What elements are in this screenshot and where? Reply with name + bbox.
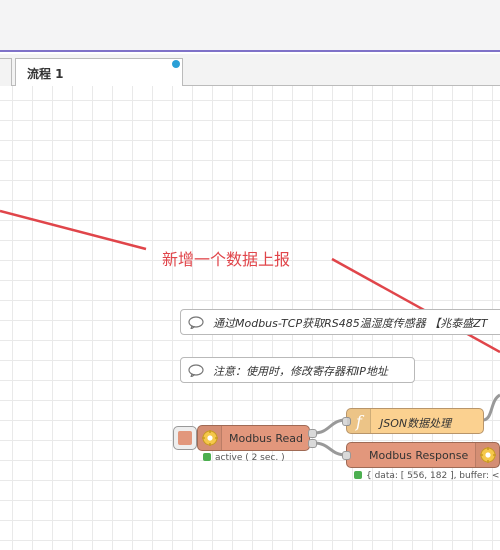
comment-node-notice[interactable]: 注意：使用时，修改寄存器和IP地址 <box>180 357 415 383</box>
output-port-1[interactable] <box>308 429 317 438</box>
annotation-text: 新增一个数据上报 <box>162 250 291 269</box>
tab-flow-1[interactable]: 流程 1 <box>15 58 183 87</box>
status-dot <box>203 453 211 461</box>
inject-trigger-fill <box>178 431 192 445</box>
comment-text: 通过Modbus-TCP获取RS485温湿度传感器 【兆泰盛ZT <box>213 317 488 330</box>
function-icon: f <box>355 412 365 431</box>
comment-icon <box>188 364 204 377</box>
input-port[interactable] <box>342 451 351 460</box>
previous-tab-edge[interactable] <box>0 58 12 86</box>
node-label: Modbus Read <box>229 432 304 445</box>
json-process-function-node[interactable]: f JSON数据处理 <box>342 408 484 434</box>
status-dot <box>354 471 362 479</box>
comment-icon <box>188 316 204 329</box>
modbus-read-node[interactable]: Modbus Read <box>197 425 317 451</box>
gear-icon <box>202 430 218 446</box>
svg-text:f: f <box>355 412 365 431</box>
modbus-read-status: active ( 2 sec. ) <box>203 453 285 463</box>
tab-changed-indicator <box>172 60 180 68</box>
output-port-2[interactable] <box>308 439 317 448</box>
node-icon-area <box>475 443 499 467</box>
editor-header <box>0 0 500 52</box>
gear-icon <box>480 447 496 463</box>
modbus-response-status: { data: [ 556, 182 ], buffer: <Bu <box>354 471 500 481</box>
comment-node-description[interactable]: 通过Modbus-TCP获取RS485温湿度传感器 【兆泰盛ZT <box>180 309 500 335</box>
node-label: JSON数据处理 <box>380 417 452 430</box>
inject-trigger-button[interactable] <box>173 426 197 450</box>
modbus-response-node[interactable]: Modbus Response <box>342 442 500 468</box>
node-label: Modbus Response <box>369 449 469 462</box>
node-icon-area <box>198 426 222 450</box>
node-icon-area: f <box>347 409 371 433</box>
workspace-tab-bar: 流程 1 <box>0 54 500 87</box>
comment-text: 注意：使用时，修改寄存器和IP地址 <box>213 365 388 378</box>
tab-label: 流程 1 <box>27 67 64 81</box>
